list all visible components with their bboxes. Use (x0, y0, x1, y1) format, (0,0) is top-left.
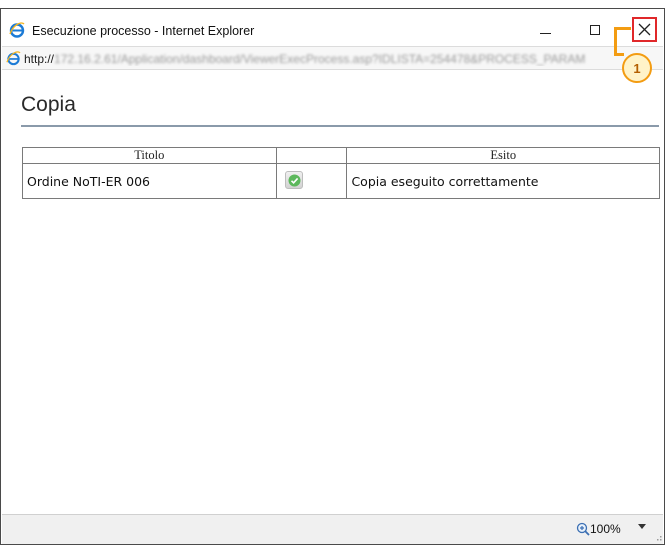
cell-esito: Copia eseguito correttamente (346, 163, 660, 199)
minimize-icon (539, 32, 551, 34)
callout-badge: 1 (622, 53, 652, 83)
internet-explorer-icon (9, 22, 25, 38)
table-row: Ordine NoTI-ER 006 Copia eseguito corret… (22, 163, 660, 199)
results-table: Titolo Esito Ordine NoTI-ER 006 Copia es… (22, 147, 660, 199)
close-button[interactable] (632, 17, 657, 42)
address-bar[interactable]: http://172.16.2.61/Application/dashboard… (2, 46, 663, 70)
zoom-icon[interactable] (576, 522, 590, 536)
internet-explorer-icon (6, 51, 21, 66)
column-header-esito: Esito (346, 147, 660, 164)
url-text: http://172.16.2.61/Application/dashboard… (24, 52, 624, 66)
resize-grip-icon[interactable] (654, 533, 662, 541)
title-bar: Esecuzione processo - Internet Explorer (1, 9, 664, 46)
status-bar: 100% (2, 514, 663, 544)
ie-popup-window: Esecuzione processo - Internet Explorer … (0, 8, 665, 545)
close-icon (638, 23, 651, 36)
window-title: Esecuzione processo - Internet Explorer (32, 24, 255, 38)
url-blurred: 172.16.2.61/Application/dashboard/Viewer… (54, 52, 586, 66)
cell-titolo: Ordine NoTI-ER 006 (22, 163, 277, 199)
url-prefix: http:// (24, 52, 55, 66)
maximize-button[interactable] (582, 19, 608, 41)
minimize-button[interactable] (532, 19, 558, 41)
page-content: Copia Titolo Esito Ordine NoTI-ER 006 Co… (2, 71, 663, 506)
column-header-titolo: Titolo (22, 147, 277, 164)
table-header-row: Titolo Esito (22, 147, 660, 164)
zoom-level[interactable]: 100% (590, 522, 621, 536)
title-divider (21, 125, 659, 127)
callout-connector (614, 27, 617, 55)
maximize-icon (590, 25, 600, 35)
success-check-icon (284, 170, 303, 189)
callout-connector (614, 53, 624, 56)
column-header-status (275, 147, 348, 164)
cell-status (275, 163, 348, 199)
page-title: Copia (21, 93, 76, 116)
chevron-down-icon[interactable] (638, 524, 646, 530)
